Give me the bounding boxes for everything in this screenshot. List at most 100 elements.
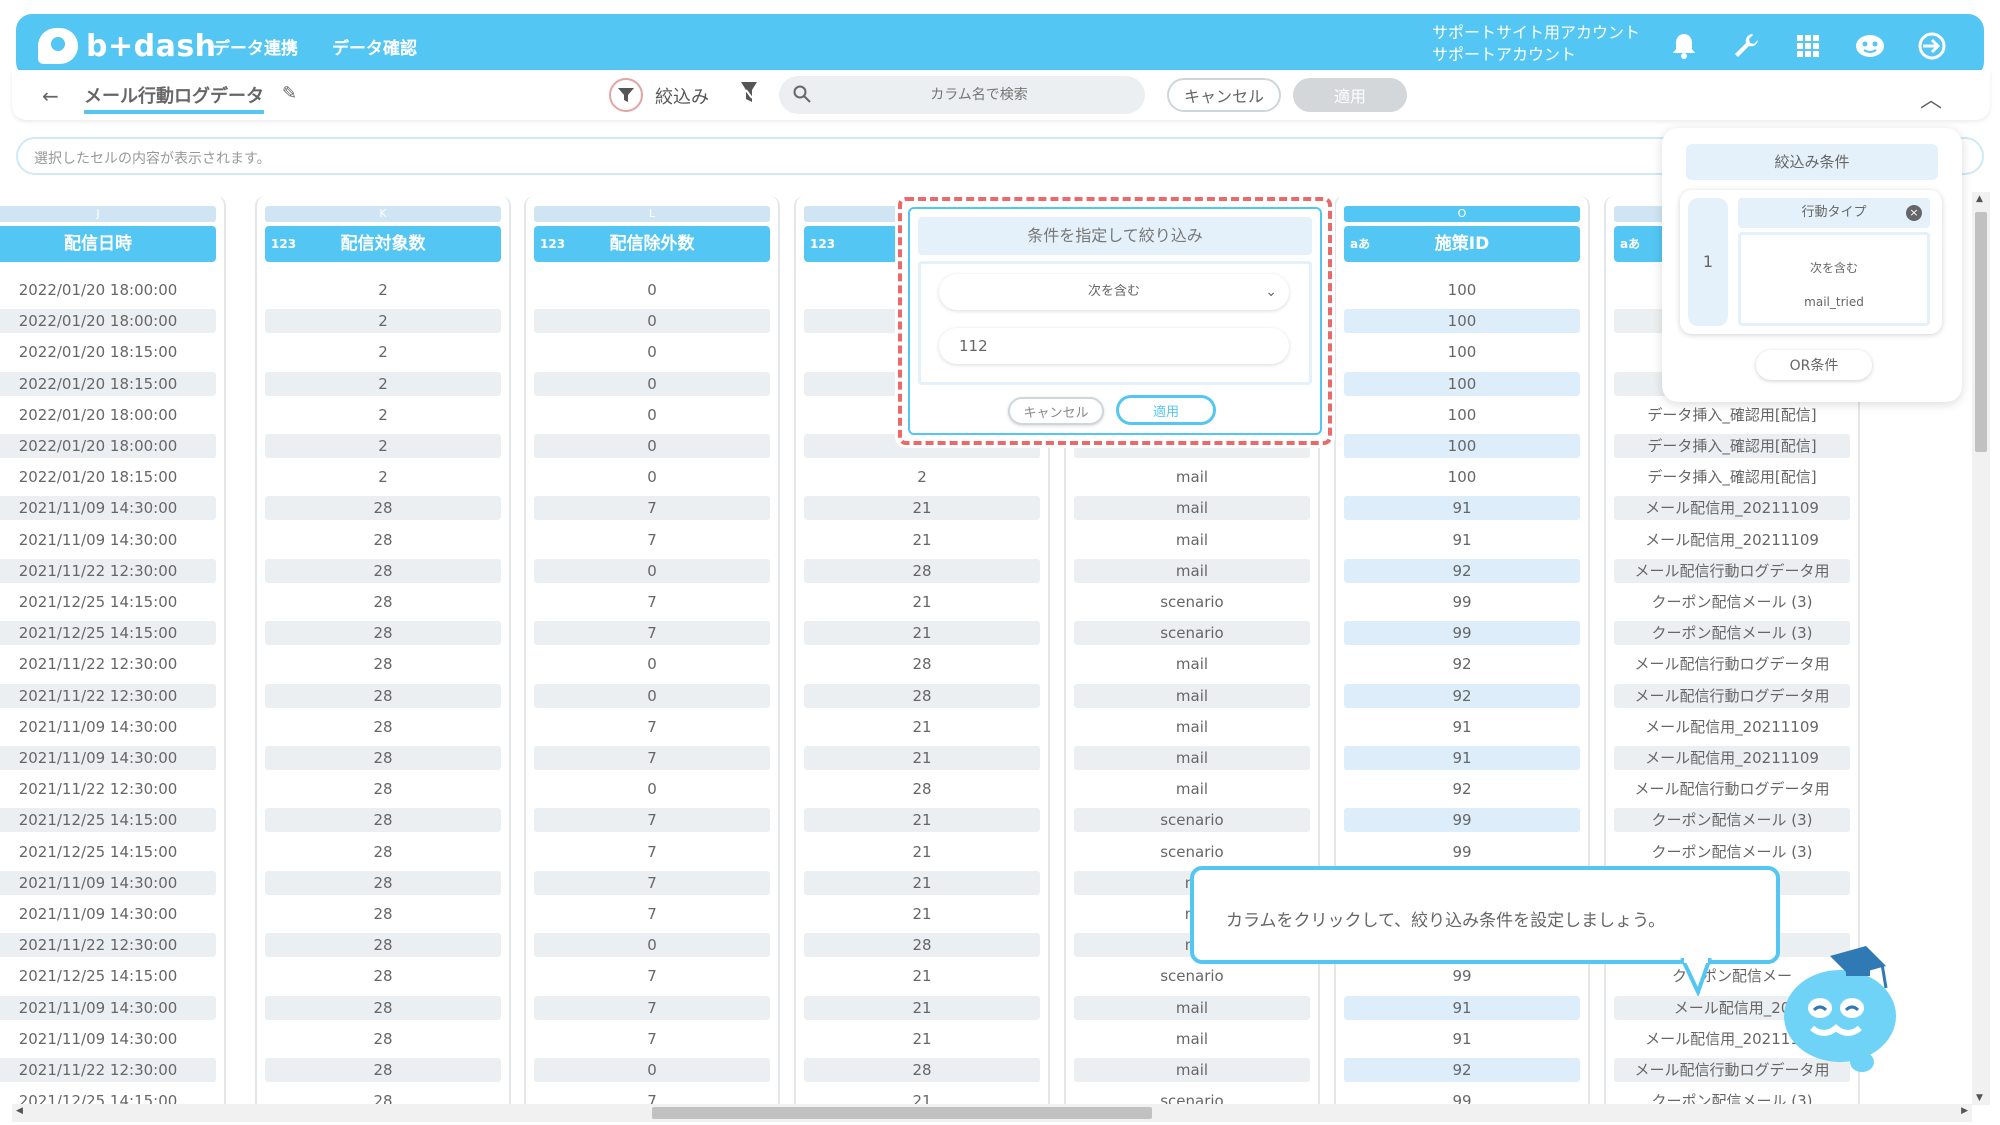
table-cell[interactable]: 7	[534, 746, 770, 770]
table-cell[interactable]: mail	[1074, 652, 1310, 676]
table-cell[interactable]: 28	[265, 1089, 501, 1105]
table-cell[interactable]: 100	[1344, 403, 1580, 427]
table-cell[interactable]: 28	[265, 902, 501, 926]
table-cell[interactable]: 7	[534, 808, 770, 833]
table-cell[interactable]: 0	[534, 1058, 770, 1082]
table-cell[interactable]: 2021/12/25 14:15:00	[0, 964, 216, 988]
table-cell[interactable]: 7	[534, 528, 770, 552]
column-header[interactable]: aあ 施策ID	[1344, 226, 1580, 262]
column-header[interactable]: 123 配信除外数	[534, 226, 770, 262]
column-letter[interactable]: J	[0, 206, 216, 222]
grid-column[interactable]: K 123 配信対象数 2 2 2 2 2 2 2 28 28 28 28 28 28 28 28 28 28 28 28…	[255, 196, 511, 1105]
b-dash-logo[interactable]: b+dash	[38, 24, 217, 68]
table-cell[interactable]: 2	[265, 371, 501, 396]
table-cell[interactable]: クーポン配信メール (3)	[1614, 590, 1850, 614]
table-cell[interactable]: 28	[265, 558, 501, 583]
table-cell[interactable]: 7	[534, 621, 770, 646]
table-cell[interactable]: 21	[804, 1089, 1040, 1105]
filter-clear-icon[interactable]	[739, 80, 759, 110]
table-cell[interactable]: 7	[534, 715, 770, 739]
table-cell[interactable]: 28	[265, 964, 501, 988]
table-cell[interactable]: 92	[1344, 683, 1580, 708]
table-cell[interactable]: 2021/11/09 14:30:00	[0, 746, 216, 770]
table-cell[interactable]: 2021/11/09 14:30:00	[0, 902, 216, 926]
table-cell[interactable]: 92	[1344, 558, 1580, 583]
or-condition-button[interactable]: OR条件	[1756, 350, 1872, 380]
table-cell[interactable]: 0	[534, 933, 770, 958]
table-cell[interactable]: 99	[1344, 621, 1580, 646]
table-cell[interactable]: mail	[1074, 995, 1310, 1020]
table-cell[interactable]: 28	[265, 840, 501, 864]
table-cell[interactable]: 100	[1344, 309, 1580, 334]
table-cell[interactable]: mail	[1074, 1027, 1310, 1051]
scroll-left-icon[interactable]: ◀	[16, 1106, 23, 1116]
table-cell[interactable]: 2022/01/20 18:00:00	[0, 309, 216, 334]
table-cell[interactable]: 2021/12/25 14:15:00	[0, 621, 216, 646]
vertical-scrollbar[interactable]: ▲ ▼	[1972, 192, 1990, 1105]
nav-data-check[interactable]: データ確認	[332, 34, 417, 59]
table-cell[interactable]: 0	[534, 340, 770, 364]
table-cell[interactable]: mail	[1074, 746, 1310, 770]
table-cell[interactable]: データ挿入_確認用[配信]	[1614, 434, 1850, 458]
table-cell[interactable]: 2	[265, 465, 501, 489]
table-title[interactable]: メール行動ログデータ	[84, 82, 264, 114]
table-cell[interactable]: scenario	[1074, 590, 1310, 614]
table-cell[interactable]: 100	[1344, 434, 1580, 458]
table-cell[interactable]: 100	[1344, 340, 1580, 364]
scroll-down-icon[interactable]: ▼	[1976, 1093, 1983, 1103]
table-cell[interactable]: 21	[804, 995, 1040, 1020]
column-letter[interactable]: O	[1344, 206, 1580, 222]
table-cell[interactable]: 28	[265, 808, 501, 833]
table-cell[interactable]: scenario	[1074, 621, 1310, 646]
table-cell[interactable]: 2021/11/09 14:30:00	[0, 870, 216, 895]
column-search-input[interactable]	[829, 84, 1129, 106]
table-cell[interactable]: 2021/12/25 14:15:00	[0, 590, 216, 614]
table-cell[interactable]: 2021/11/09 14:30:00	[0, 496, 216, 521]
column-header[interactable]: 配信日時	[0, 226, 216, 262]
table-cell[interactable]: データ挿入_確認用[配信]	[1614, 403, 1850, 427]
back-arrow-icon[interactable]: ←	[42, 84, 59, 108]
horizontal-scrollbar[interactable]: ◀ ▶	[12, 1104, 1972, 1122]
table-cell[interactable]: メール配信行動ログデータ用	[1614, 683, 1850, 708]
table-cell[interactable]: 7	[534, 1027, 770, 1051]
table-cell[interactable]: 99	[1344, 590, 1580, 614]
table-cell[interactable]: 2021/11/09 14:30:00	[0, 995, 216, 1020]
table-cell[interactable]: scenario	[1074, 1089, 1310, 1105]
filter-operator-select[interactable]: 次を含む ⌄	[939, 274, 1289, 310]
mascot-face-icon[interactable]	[1852, 28, 1888, 64]
table-cell[interactable]: 7	[534, 995, 770, 1020]
table-cell[interactable]: 21	[804, 496, 1040, 521]
table-cell[interactable]: 91	[1344, 715, 1580, 739]
table-cell[interactable]: 28	[804, 1058, 1040, 1082]
table-cell[interactable]: 2	[265, 340, 501, 364]
table-cell[interactable]: 2021/11/22 12:30:00	[0, 683, 216, 708]
table-cell[interactable]: 2	[265, 403, 501, 427]
table-cell[interactable]: 100	[1344, 465, 1580, 489]
table-cell[interactable]: 2	[265, 309, 501, 334]
table-cell[interactable]: 0	[534, 278, 770, 302]
filter-cancel-button[interactable]: キャンセル	[1167, 78, 1281, 112]
filter-value-input[interactable]: 112	[939, 328, 1289, 364]
table-cell[interactable]: 99	[1344, 840, 1580, 864]
table-cell[interactable]: 28	[265, 621, 501, 646]
table-cell[interactable]: 21	[804, 590, 1040, 614]
table-cell[interactable]: 2	[265, 434, 501, 458]
table-cell[interactable]: 0	[534, 434, 770, 458]
apps-grid-icon[interactable]	[1790, 28, 1826, 64]
table-cell[interactable]: 91	[1344, 1027, 1580, 1051]
table-cell[interactable]: メール配信用_20211109	[1614, 746, 1850, 770]
table-cell[interactable]: 100	[1344, 278, 1580, 302]
table-cell[interactable]: 28	[265, 995, 501, 1020]
table-cell[interactable]: 0	[534, 777, 770, 801]
table-cell[interactable]: 99	[1344, 1089, 1580, 1105]
table-cell[interactable]: 28	[265, 715, 501, 739]
table-cell[interactable]: 2021/11/22 12:30:00	[0, 652, 216, 676]
horizontal-scroll-thumb[interactable]	[652, 1107, 1152, 1119]
table-cell[interactable]: 2021/11/09 14:30:00	[0, 528, 216, 552]
chevron-up-icon[interactable]: ︿	[1920, 82, 1942, 114]
column-letter[interactable]: L	[534, 206, 770, 222]
close-icon[interactable]: ×	[1906, 205, 1922, 221]
table-cell[interactable]: 2022/01/20 18:00:00	[0, 403, 216, 427]
table-cell[interactable]: 28	[265, 933, 501, 958]
table-cell[interactable]: 7	[534, 496, 770, 521]
